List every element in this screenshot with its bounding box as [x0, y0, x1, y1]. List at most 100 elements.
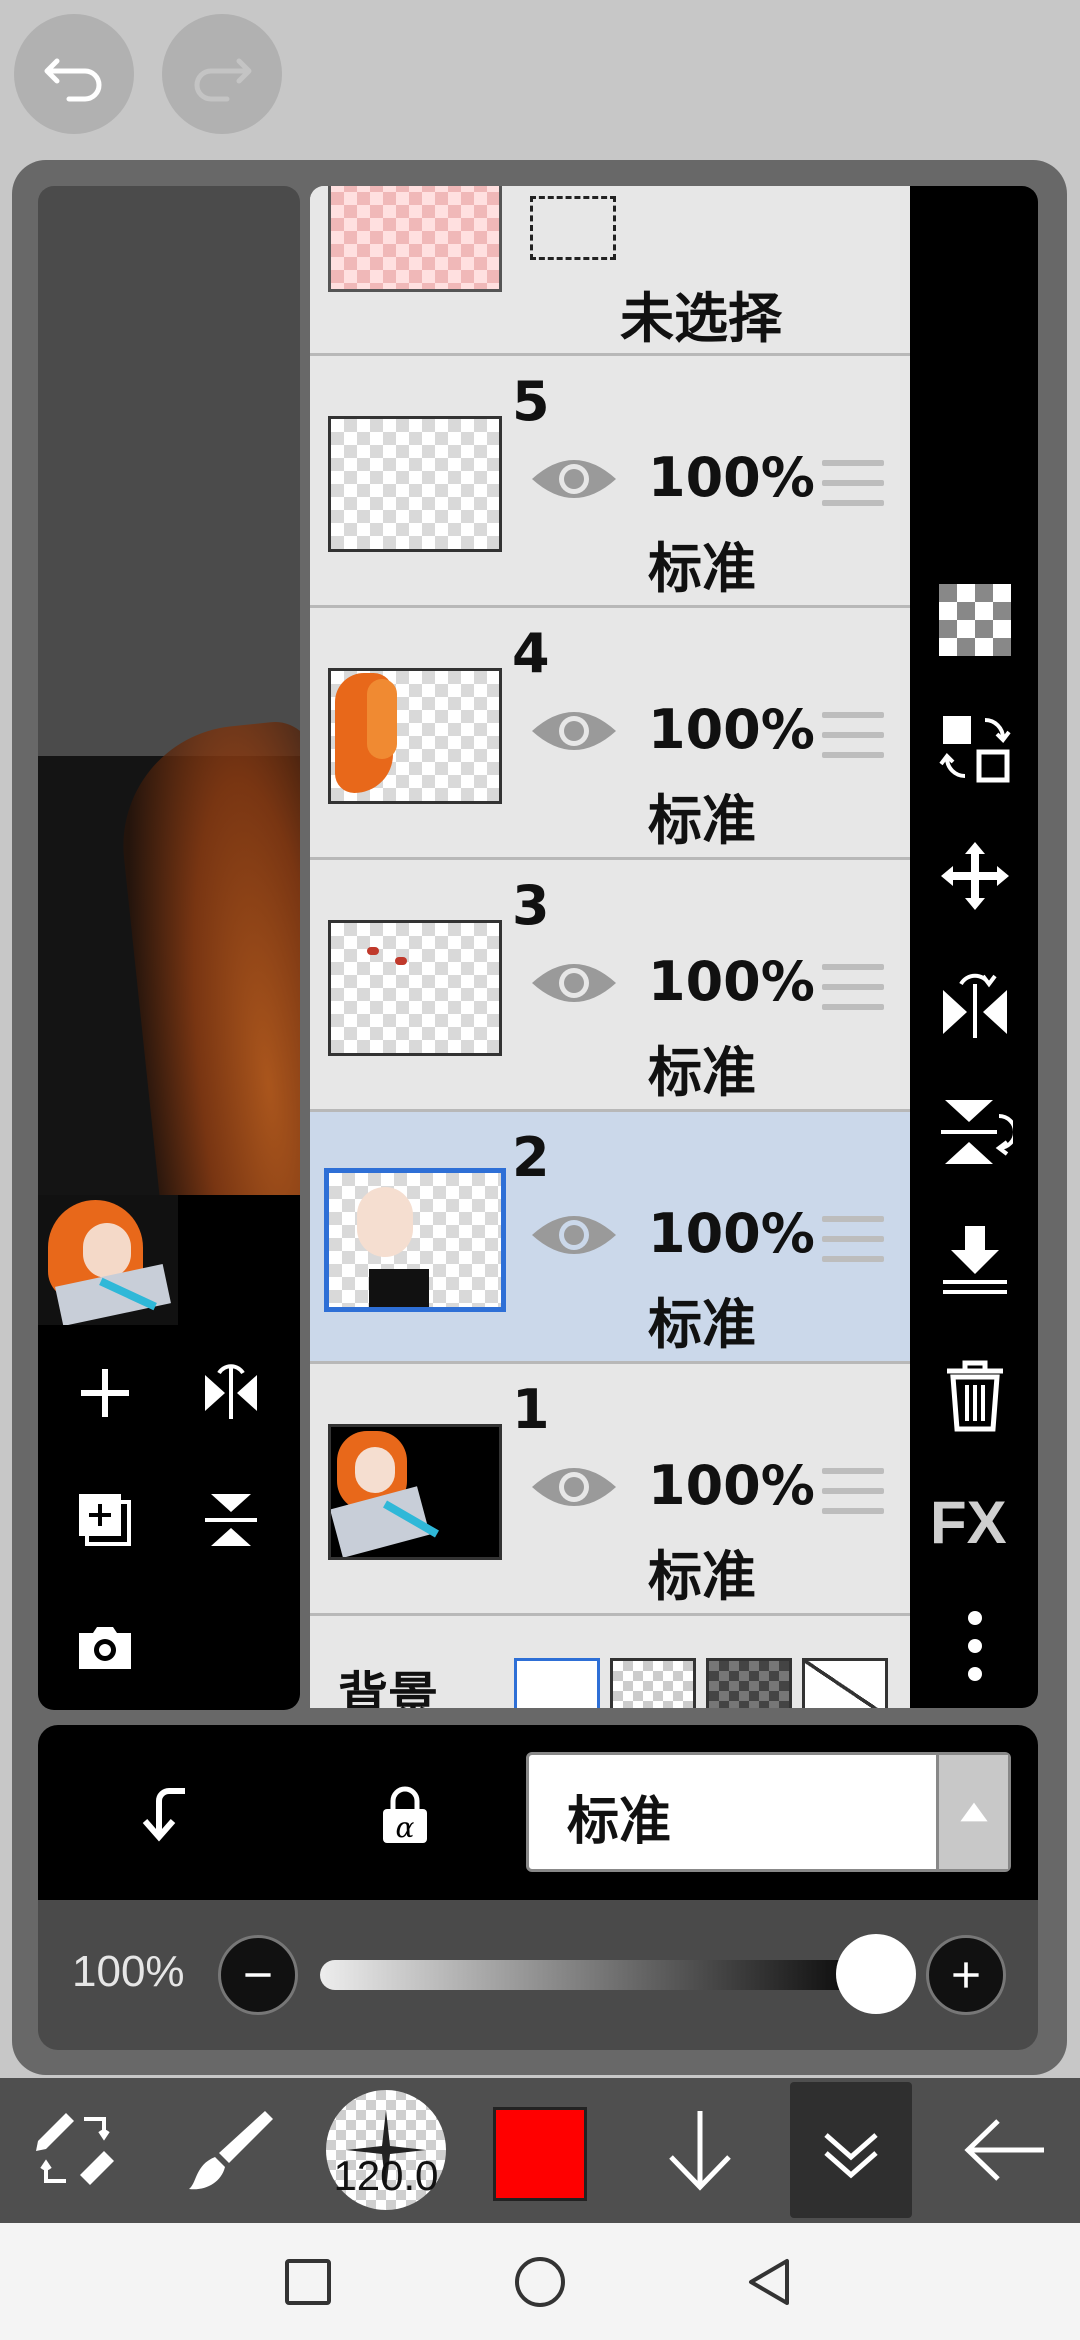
background-none-swatch[interactable]	[802, 1658, 888, 1708]
layer-row[interactable]: 4 100% 标准	[310, 608, 910, 860]
brush-icon	[189, 2111, 273, 2190]
flip-horizontal-button[interactable]	[196, 1358, 266, 1428]
dropdown-arrow-icon	[936, 1755, 1008, 1869]
layer-number: 3	[512, 874, 550, 937]
square-icon	[285, 2259, 331, 2305]
double-chevron-down-icon	[824, 2133, 878, 2179]
layer-row-selected[interactable]: 2 100% 标准	[310, 1112, 910, 1364]
recent-apps-button[interactable]	[276, 2250, 340, 2314]
layer-blend-mode: 标准	[648, 1041, 756, 1104]
layers-button[interactable]	[801, 2085, 901, 2215]
camera-button[interactable]	[70, 1612, 140, 1682]
eye-icon[interactable]	[528, 451, 620, 507]
swap-icon	[939, 716, 1011, 783]
layer-number: 4	[512, 622, 550, 685]
alpha-lock-button[interactable]: α	[365, 1775, 445, 1855]
drag-handle-icon[interactable]	[822, 712, 884, 764]
drag-handle-icon[interactable]	[822, 1468, 884, 1520]
add-layer-button[interactable]	[70, 1358, 140, 1428]
move-layer-button[interactable]	[935, 836, 1015, 916]
undo-icon	[44, 58, 102, 102]
back-button[interactable]	[955, 2085, 1055, 2215]
duplicate-layer-button[interactable]	[70, 1485, 140, 1555]
layer-number: 2	[512, 1126, 550, 1189]
swap-layer-button[interactable]	[935, 708, 1015, 788]
merge-down-button[interactable]	[935, 1220, 1015, 1300]
background-light-checker-swatch[interactable]	[610, 1658, 696, 1708]
transparency-button[interactable]	[935, 580, 1015, 660]
eye-icon[interactable]	[528, 1459, 620, 1515]
redo-icon	[194, 58, 252, 102]
flip-layer-vertical-button[interactable]	[935, 1092, 1015, 1172]
selection-thumbnail	[328, 186, 502, 292]
clipping-arrow-icon	[142, 1788, 185, 1842]
layer-number: 5	[512, 370, 550, 433]
down-arrow-button[interactable]	[650, 2085, 750, 2215]
opacity-increase-button[interactable]	[926, 1935, 1006, 2015]
duplicate-layer-icon	[79, 1494, 131, 1546]
fx-button[interactable]: FX	[930, 1488, 1007, 1557]
alpha-lock-icon: α	[383, 1786, 427, 1844]
more-options-button[interactable]	[935, 1606, 1015, 1686]
camera-icon	[79, 1627, 131, 1669]
brush-tool-button[interactable]	[178, 2085, 278, 2215]
home-button[interactable]	[508, 2250, 572, 2314]
eye-icon[interactable]	[528, 1207, 620, 1263]
eye-icon[interactable]	[528, 955, 620, 1011]
background-white-swatch[interactable]	[514, 1658, 600, 1708]
drag-handle-icon[interactable]	[822, 460, 884, 512]
layer-blend-mode: 标准	[648, 789, 756, 852]
layer-opacity: 100%	[648, 950, 815, 1013]
clipping-button[interactable]	[125, 1775, 205, 1855]
canvas-thumbnail[interactable]	[38, 1195, 178, 1325]
move-icon	[941, 842, 1009, 910]
flip-vertical-icon	[941, 1100, 1013, 1164]
minus-icon	[245, 1973, 271, 1977]
layer-opacity: 100%	[648, 1202, 815, 1265]
opacity-label: 100%	[72, 1947, 185, 1996]
background-dark-checker-swatch[interactable]	[706, 1658, 792, 1708]
layer-row[interactable]: 3 100% 标准	[310, 860, 910, 1112]
background-label: 背景	[338, 1667, 438, 1708]
layer-thumbnail	[328, 920, 502, 1056]
delete-layer-button[interactable]	[935, 1355, 1015, 1435]
flip-vertical-button[interactable]	[196, 1485, 266, 1555]
blend-mode-select[interactable]: 标准	[526, 1752, 1011, 1872]
circle-icon	[515, 2257, 565, 2307]
flip-layer-horizontal-button[interactable]	[935, 964, 1015, 1044]
merge-down-icon	[943, 1226, 1007, 1294]
selection-marquee-icon	[530, 196, 616, 260]
opacity-slider[interactable]	[320, 1960, 880, 1990]
layer-row[interactable]: 5 100% 标准	[310, 356, 910, 608]
flip-horizontal-icon	[943, 973, 1007, 1038]
flip-vertical-icon	[205, 1494, 257, 1546]
checkerboard-icon	[939, 584, 1011, 656]
blend-mode-value: 标准	[567, 1792, 672, 1852]
eye-icon[interactable]	[528, 703, 620, 759]
redo-button[interactable]	[162, 14, 282, 134]
pen-eraser-swap-icon	[36, 2113, 114, 2185]
opacity-decrease-button[interactable]	[218, 1935, 298, 2015]
undo-button[interactable]	[14, 14, 134, 134]
more-vertical-icon	[968, 1611, 982, 1681]
layer-thumbnail	[324, 1168, 506, 1312]
layer-thumbnail	[328, 668, 502, 804]
brush-size-value: 120.0	[333, 2152, 439, 2199]
layer-opacity: 100%	[648, 698, 815, 761]
layer-row[interactable]: 1 100% 标准	[310, 1364, 910, 1616]
layer-list[interactable]: 未选择 5 100% 标准 4 100% 标准 3 100% 标准 2 100%…	[310, 186, 910, 1708]
drag-handle-icon[interactable]	[822, 964, 884, 1016]
layer-row-unselected[interactable]: 未选择	[310, 186, 910, 356]
pen-eraser-toggle-button[interactable]	[25, 2085, 125, 2215]
layer-blend-mode: 标准	[648, 1293, 756, 1356]
layer-opacity: 100%	[648, 446, 815, 509]
drag-handle-icon[interactable]	[822, 1216, 884, 1268]
color-swatch[interactable]	[493, 2107, 587, 2201]
flip-horizontal-icon	[205, 1364, 257, 1419]
opacity-slider-knob[interactable]	[836, 1934, 916, 2014]
system-back-button[interactable]	[738, 2250, 802, 2314]
arrow-down-icon	[669, 2111, 731, 2191]
layer-blend-mode: 标准	[648, 537, 756, 600]
layer-thumbnail	[328, 1424, 502, 1560]
layer-number: 1	[512, 1378, 550, 1441]
